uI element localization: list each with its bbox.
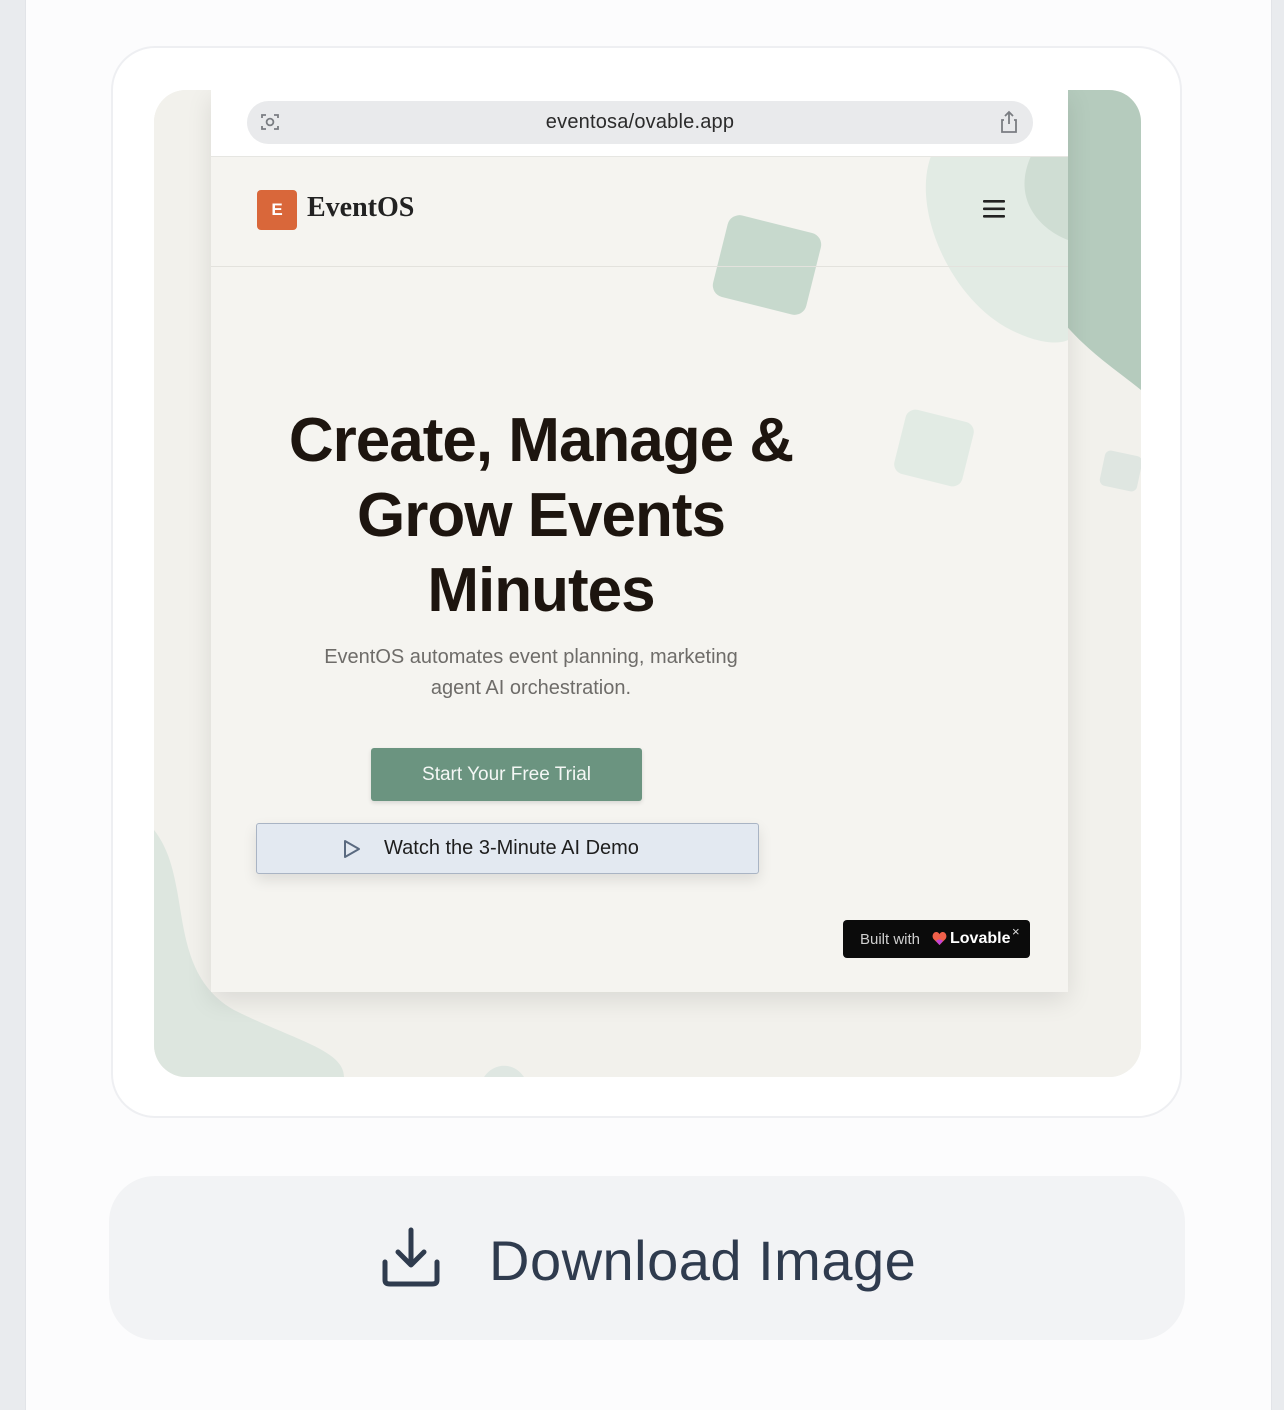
watch-demo-button[interactable]: Watch the 3-Minute AI Demo xyxy=(256,823,759,874)
address-bar[interactable]: eventosa/ovable.app xyxy=(247,101,1033,144)
hero-title: Create, Manage & Grow Events Minutes xyxy=(241,403,841,628)
site-header: E EventOS xyxy=(211,156,1068,267)
hero-subtitle: EventOS automates event planning, market… xyxy=(271,642,791,704)
browser-address-strip: eventosa/ovable.app xyxy=(211,90,1068,157)
hero-subtitle-line: EventOS automates event planning, market… xyxy=(324,646,738,668)
hero-title-line: Minutes xyxy=(427,556,655,625)
url-text: eventosa/ovable.app xyxy=(545,111,735,133)
start-free-trial-button[interactable]: Start Your Free Trial xyxy=(371,748,642,801)
logo-mark: E xyxy=(257,190,297,230)
lovable-heart-icon xyxy=(932,932,947,945)
hero-subtitle-line: agent AI orchestration. xyxy=(430,677,632,699)
share-icon[interactable] xyxy=(999,110,1019,134)
watch-demo-label: Watch the 3-Minute AI Demo xyxy=(384,837,639,859)
phone-browser-mockup: eventosa/ovable.app E EventOS Create, Ma… xyxy=(211,90,1068,992)
download-icon xyxy=(382,1227,440,1287)
hero-title-line: Create, Manage & xyxy=(288,406,794,475)
hamburger-menu-icon[interactable] xyxy=(981,198,1007,220)
generated-image: eventosa/ovable.app E EventOS Create, Ma… xyxy=(154,90,1141,1077)
badge-close-icon[interactable]: × xyxy=(1012,924,1020,939)
download-image-label: Download Image xyxy=(489,1229,917,1292)
badge-built-text: Built with xyxy=(860,931,921,948)
play-icon xyxy=(344,840,360,858)
built-with-lovable-badge[interactable]: Built with Lovable × xyxy=(843,920,1030,958)
hero-title-line: Grow Events xyxy=(357,481,726,550)
download-image-button[interactable]: Download Image xyxy=(109,1176,1185,1340)
logo-text[interactable]: EventOS xyxy=(307,192,414,224)
badge-brand-text: Lovable xyxy=(950,930,1011,947)
